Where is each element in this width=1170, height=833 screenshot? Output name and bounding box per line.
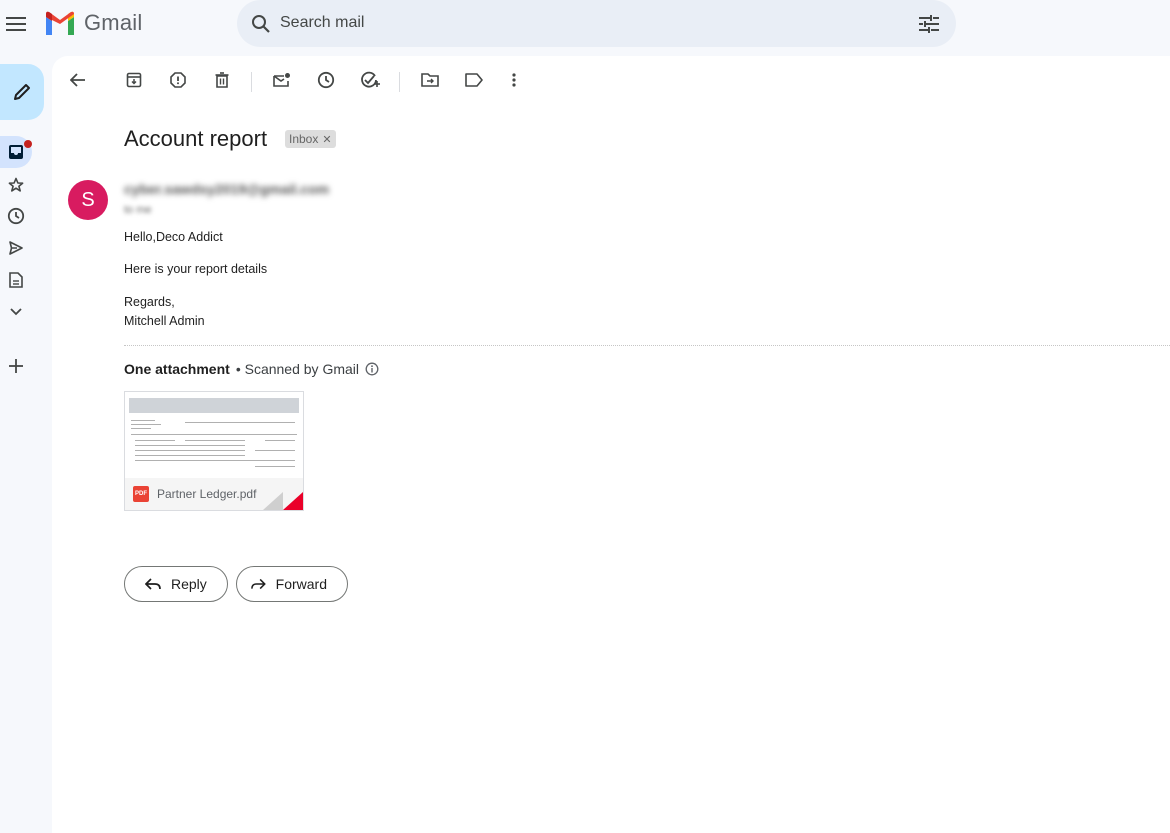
pdf-corner-badge	[283, 492, 303, 510]
attachments-header: One attachment • Scanned by Gmail	[124, 361, 379, 377]
recipient-line[interactable]: to me	[124, 204, 152, 216]
reply-button[interactable]: Reply	[124, 566, 228, 602]
main-menu-icon[interactable]	[4, 8, 28, 40]
rail-more[interactable]	[0, 296, 32, 328]
reply-icon	[145, 578, 161, 590]
sender-email[interactable]: cyber.sawdsy2019@gmail.com	[124, 181, 329, 197]
email-greeting: Hello,Deco Addict	[124, 230, 223, 244]
rail-inbox[interactable]	[0, 136, 32, 168]
toolbar-divider	[251, 72, 252, 92]
inbox-icon	[9, 145, 23, 159]
pdf-file-icon: PDF	[133, 486, 149, 502]
attachment-filename: Partner Ledger.pdf	[157, 487, 257, 501]
gmail-m-icon	[46, 11, 74, 35]
plus-icon	[9, 359, 23, 373]
attachment-divider	[124, 345, 1170, 346]
message-pane: Account report Inbox ✕ S cyber.sawdsy201…	[52, 56, 1170, 833]
search-bar	[237, 0, 956, 47]
top-bar: Gmail	[0, 0, 1170, 48]
attachments-count: One attachment	[124, 361, 230, 377]
add-task-icon[interactable]	[358, 68, 382, 92]
label-icon[interactable]	[462, 68, 486, 92]
search-options-icon[interactable]	[917, 12, 941, 36]
forward-label: Forward	[275, 576, 327, 592]
search-icon[interactable]	[249, 12, 273, 36]
left-rail	[0, 48, 52, 833]
attachment-card[interactable]: PDF Partner Ledger.pdf	[124, 391, 304, 511]
more-options-icon[interactable]	[502, 68, 526, 92]
email-closing: Regards,	[124, 295, 175, 309]
gmail-logo[interactable]: Gmail	[44, 10, 142, 36]
archive-icon[interactable]	[122, 68, 146, 92]
chevron-down-icon	[10, 308, 22, 316]
reply-label: Reply	[171, 576, 207, 592]
app-name: Gmail	[84, 10, 143, 35]
pencil-icon	[14, 84, 30, 100]
info-icon[interactable]	[365, 362, 379, 376]
email-signature: Mitchell Admin	[124, 314, 205, 328]
attachment-corner-fold	[263, 492, 283, 510]
compose-button[interactable]	[0, 64, 44, 120]
rail-starred[interactable]	[0, 169, 32, 201]
move-to-icon[interactable]	[418, 68, 442, 92]
rail-drafts[interactable]	[0, 264, 32, 296]
rail-sent[interactable]	[0, 232, 32, 264]
mark-unread-icon[interactable]	[270, 68, 294, 92]
draft-icon	[9, 272, 23, 288]
remove-label-icon[interactable]: ✕	[322, 133, 331, 146]
inbox-label-chip[interactable]: Inbox ✕	[285, 130, 336, 148]
forward-icon	[251, 578, 266, 590]
report-spam-icon[interactable]	[166, 68, 190, 92]
email-body-line: Here is your report details	[124, 262, 268, 276]
star-icon	[8, 177, 24, 192]
unread-dot	[24, 140, 32, 148]
scanned-note: • Scanned by Gmail	[235, 361, 359, 377]
forward-button[interactable]: Forward	[236, 566, 348, 602]
search-input[interactable]	[280, 8, 880, 38]
clock-icon	[7, 207, 25, 225]
send-icon	[9, 241, 23, 255]
delete-icon[interactable]	[210, 68, 234, 92]
rail-snoozed[interactable]	[0, 200, 32, 232]
attachment-thumbnail	[125, 392, 303, 478]
rail-create-label[interactable]	[0, 350, 32, 382]
email-subject: Account report	[124, 126, 268, 151]
label-chip-text: Inbox	[289, 132, 319, 146]
snooze-icon[interactable]	[314, 68, 338, 92]
back-icon[interactable]	[66, 68, 90, 92]
sender-avatar[interactable]: S	[68, 180, 108, 220]
toolbar-divider	[399, 72, 400, 92]
